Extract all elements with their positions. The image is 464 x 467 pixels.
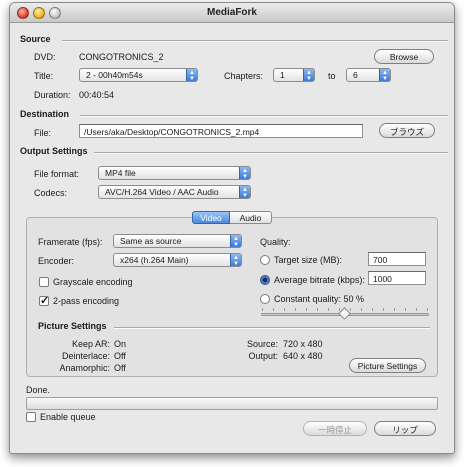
framerate-label: Framerate (fps): xyxy=(38,237,103,247)
destination-divider xyxy=(80,115,448,117)
target-size-label: Target size (MB): xyxy=(274,255,343,265)
constant-quality-label: Constant quality: 50 % xyxy=(274,294,365,304)
enable-queue-checkbox[interactable] xyxy=(26,412,36,422)
main-window: MediaFork Source DVD: CONGOTRONICS_2 Bro… xyxy=(9,2,455,454)
source-size-value: 720 x 480 xyxy=(283,339,323,349)
target-size-field[interactable]: 700 xyxy=(368,252,426,266)
dvd-label: DVD: xyxy=(34,52,56,62)
average-bitrate-label: Average bitrate (kbps): xyxy=(274,275,365,285)
grayscale-checkbox[interactable] xyxy=(39,277,49,287)
status-text: Done. xyxy=(26,385,51,395)
tab-audio[interactable]: Audio xyxy=(230,211,272,224)
window-title: MediaFork xyxy=(206,7,257,18)
picture-settings-button[interactable]: Picture Settings xyxy=(349,358,426,373)
chapter-start-popup[interactable]: 1 ▲ ▼ xyxy=(273,68,315,82)
quality-label: Quality: xyxy=(260,237,291,247)
destination-browse-button[interactable]: ブラウズ xyxy=(379,123,435,138)
source-divider xyxy=(62,40,448,42)
popup-arrows-icon: ▲ ▼ xyxy=(230,254,241,267)
source-size-label: Source: xyxy=(246,339,278,349)
popup-arrows-icon: ▲ ▼ xyxy=(239,186,250,199)
source-section-label: Source xyxy=(20,34,51,44)
chapter-start-value: 1 xyxy=(280,70,285,80)
chapter-end-value: 6 xyxy=(353,70,358,80)
progress-bar xyxy=(26,397,438,410)
enable-queue-label: Enable queue xyxy=(40,412,96,422)
file-path-field[interactable]: /Users/aka/Desktop/CONGOTRONICS_2.mp4 xyxy=(79,124,363,138)
rip-button[interactable]: リップ xyxy=(374,421,436,436)
chapters-label: Chapters: xyxy=(224,71,264,81)
grayscale-label: Grayscale encoding xyxy=(53,277,133,287)
keep-ar-value: On xyxy=(114,339,127,349)
source-browse-button[interactable]: Browse xyxy=(374,49,434,64)
dvd-value: CONGOTRONICS_2 xyxy=(79,52,164,62)
chapters-to-label: to xyxy=(328,71,336,81)
deinterlace-label: Deinterlace: xyxy=(61,351,110,361)
chapter-end-popup[interactable]: 6 ▲ ▼ xyxy=(346,68,391,82)
output-size-value: 640 x 480 xyxy=(283,351,323,361)
file-format-value: MP4 file xyxy=(105,168,136,178)
output-divider xyxy=(94,152,448,154)
encoder-popup[interactable]: x264 (h.264 Main) ▲ ▼ xyxy=(113,253,242,267)
average-bitrate-field[interactable]: 1000 xyxy=(368,271,426,285)
encoder-label: Encoder: xyxy=(38,256,75,266)
two-pass-label: 2-pass encoding xyxy=(53,296,120,306)
popup-arrows-icon: ▲ ▼ xyxy=(186,69,197,82)
duration-value: 00:40:54 xyxy=(79,90,115,100)
popup-arrows-icon: ▲ ▼ xyxy=(239,167,250,180)
output-size-label: Output: xyxy=(248,351,278,361)
title-bar[interactable]: MediaFork xyxy=(10,3,454,23)
framerate-value: Same as source xyxy=(120,236,182,246)
file-label: File: xyxy=(34,128,52,138)
title-popup[interactable]: 2 - 00h40m54s ▲ ▼ xyxy=(79,68,198,82)
keep-ar-label: Keep AR: xyxy=(71,339,110,349)
file-format-popup[interactable]: MP4 file ▲ ▼ xyxy=(98,166,251,180)
constant-quality-radio[interactable] xyxy=(260,294,270,304)
picture-divider xyxy=(114,327,430,329)
pause-button[interactable]: 一時停止 xyxy=(303,421,367,436)
title-label: Title: xyxy=(34,71,54,81)
two-pass-checkbox[interactable] xyxy=(39,294,49,307)
codecs-value: AVC/H.264 Video / AAC Audio xyxy=(105,187,219,197)
anamorphic-label: Anamorphic: xyxy=(59,363,110,373)
file-format-label: File format: xyxy=(34,169,80,179)
duration-label: Duration: xyxy=(34,90,71,100)
deinterlace-value: Off xyxy=(114,351,126,361)
popup-arrows-icon: ▲ ▼ xyxy=(379,69,390,82)
settings-tabs: Video Audio xyxy=(192,211,272,224)
picture-settings-label: Picture Settings xyxy=(38,321,107,331)
title-popup-value: 2 - 00h40m54s xyxy=(86,70,143,80)
codecs-label: Codecs: xyxy=(34,188,68,198)
anamorphic-value: Off xyxy=(114,363,126,373)
codecs-popup[interactable]: AVC/H.264 Video / AAC Audio ▲ ▼ xyxy=(98,185,251,199)
encoder-value: x264 (h.264 Main) xyxy=(120,255,189,265)
popup-arrows-icon: ▲ ▼ xyxy=(303,69,314,82)
destination-section-label: Destination xyxy=(20,109,70,119)
target-size-radio[interactable] xyxy=(260,255,270,265)
output-section-label: Output Settings xyxy=(20,146,88,156)
tab-video[interactable]: Video xyxy=(192,211,230,224)
framerate-popup[interactable]: Same as source ▲ ▼ xyxy=(113,234,242,248)
average-bitrate-radio[interactable] xyxy=(260,275,270,285)
popup-arrows-icon: ▲ ▼ xyxy=(230,235,241,248)
